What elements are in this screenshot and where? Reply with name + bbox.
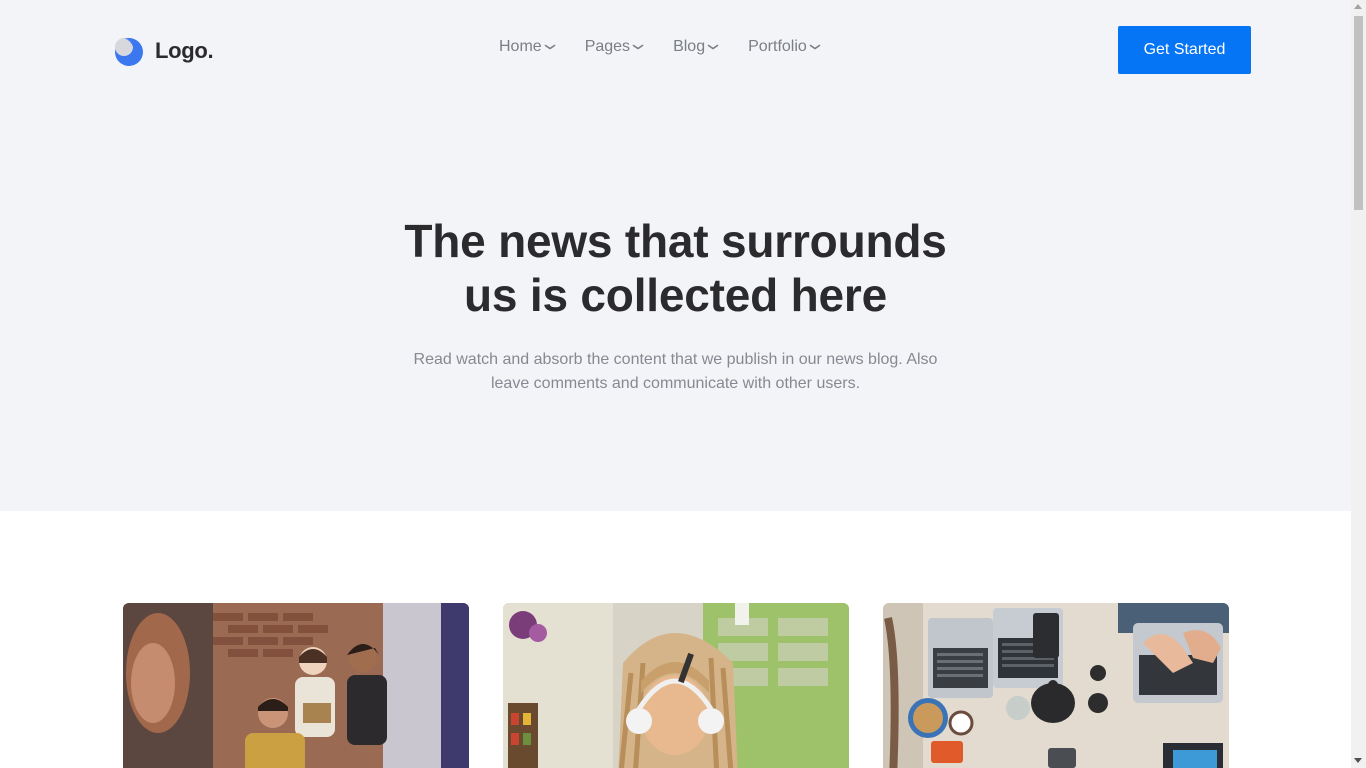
blog-card-image[interactable] bbox=[883, 603, 1229, 768]
chevron-down-icon bbox=[707, 44, 719, 50]
hero-title-line: us is collected here bbox=[464, 269, 887, 321]
chevron-down-icon bbox=[544, 44, 555, 50]
main-nav: Home Pages Blog Portfolio bbox=[499, 38, 821, 56]
get-started-button[interactable]: Get Started bbox=[1118, 26, 1251, 74]
photo-woman-headphones bbox=[503, 603, 849, 768]
hero-subtitle-line: leave comments and communicate with othe… bbox=[490, 375, 861, 392]
photo-people-reading-office bbox=[123, 603, 469, 768]
nav-item-label: Blog bbox=[673, 38, 706, 55]
scroll-down-arrow-icon[interactable] bbox=[1354, 758, 1362, 763]
nav-item-label: Portfolio bbox=[748, 38, 807, 55]
scroll-thumb[interactable] bbox=[1354, 16, 1363, 210]
hero-title-line: The news that surrounds bbox=[404, 215, 947, 267]
nav-item-home[interactable]: Home bbox=[499, 38, 556, 56]
site-header: Logo. Home Pages Blog Portfolio Get Star… bbox=[0, 0, 1351, 100]
vertical-scrollbar[interactable] bbox=[1351, 0, 1366, 768]
photo-desk-laptops-overhead bbox=[883, 603, 1229, 768]
nav-item-portfolio[interactable]: Portfolio bbox=[748, 38, 821, 56]
blog-card-image[interactable] bbox=[503, 603, 849, 768]
nav-item-pages[interactable]: Pages bbox=[585, 38, 644, 56]
hero-title: The news that surrounds us is collected … bbox=[340, 214, 1011, 322]
nav-item-label: Pages bbox=[584, 38, 631, 55]
logo-link[interactable]: Logo. bbox=[115, 33, 214, 69]
nav-item-blog[interactable]: Blog bbox=[673, 38, 719, 56]
nav-item-label: Home bbox=[499, 38, 542, 55]
chevron-down-icon bbox=[809, 44, 821, 50]
chevron-down-icon bbox=[632, 44, 644, 50]
hero-subtitle-line: Read watch and absorb the content that w… bbox=[413, 351, 938, 368]
logo-text: Logo. bbox=[155, 38, 214, 63]
logo-icon bbox=[115, 38, 143, 66]
hero-section: Logo. Home Pages Blog Portfolio Get Star… bbox=[0, 0, 1351, 511]
page: Logo. Home Pages Blog Portfolio Get Star… bbox=[0, 0, 1351, 768]
scroll-up-arrow-icon[interactable] bbox=[1354, 4, 1362, 9]
blog-card-image[interactable] bbox=[123, 603, 469, 768]
hero-subtitle: Read watch and absorb the content that w… bbox=[380, 348, 971, 396]
blog-cards bbox=[123, 603, 1229, 768]
